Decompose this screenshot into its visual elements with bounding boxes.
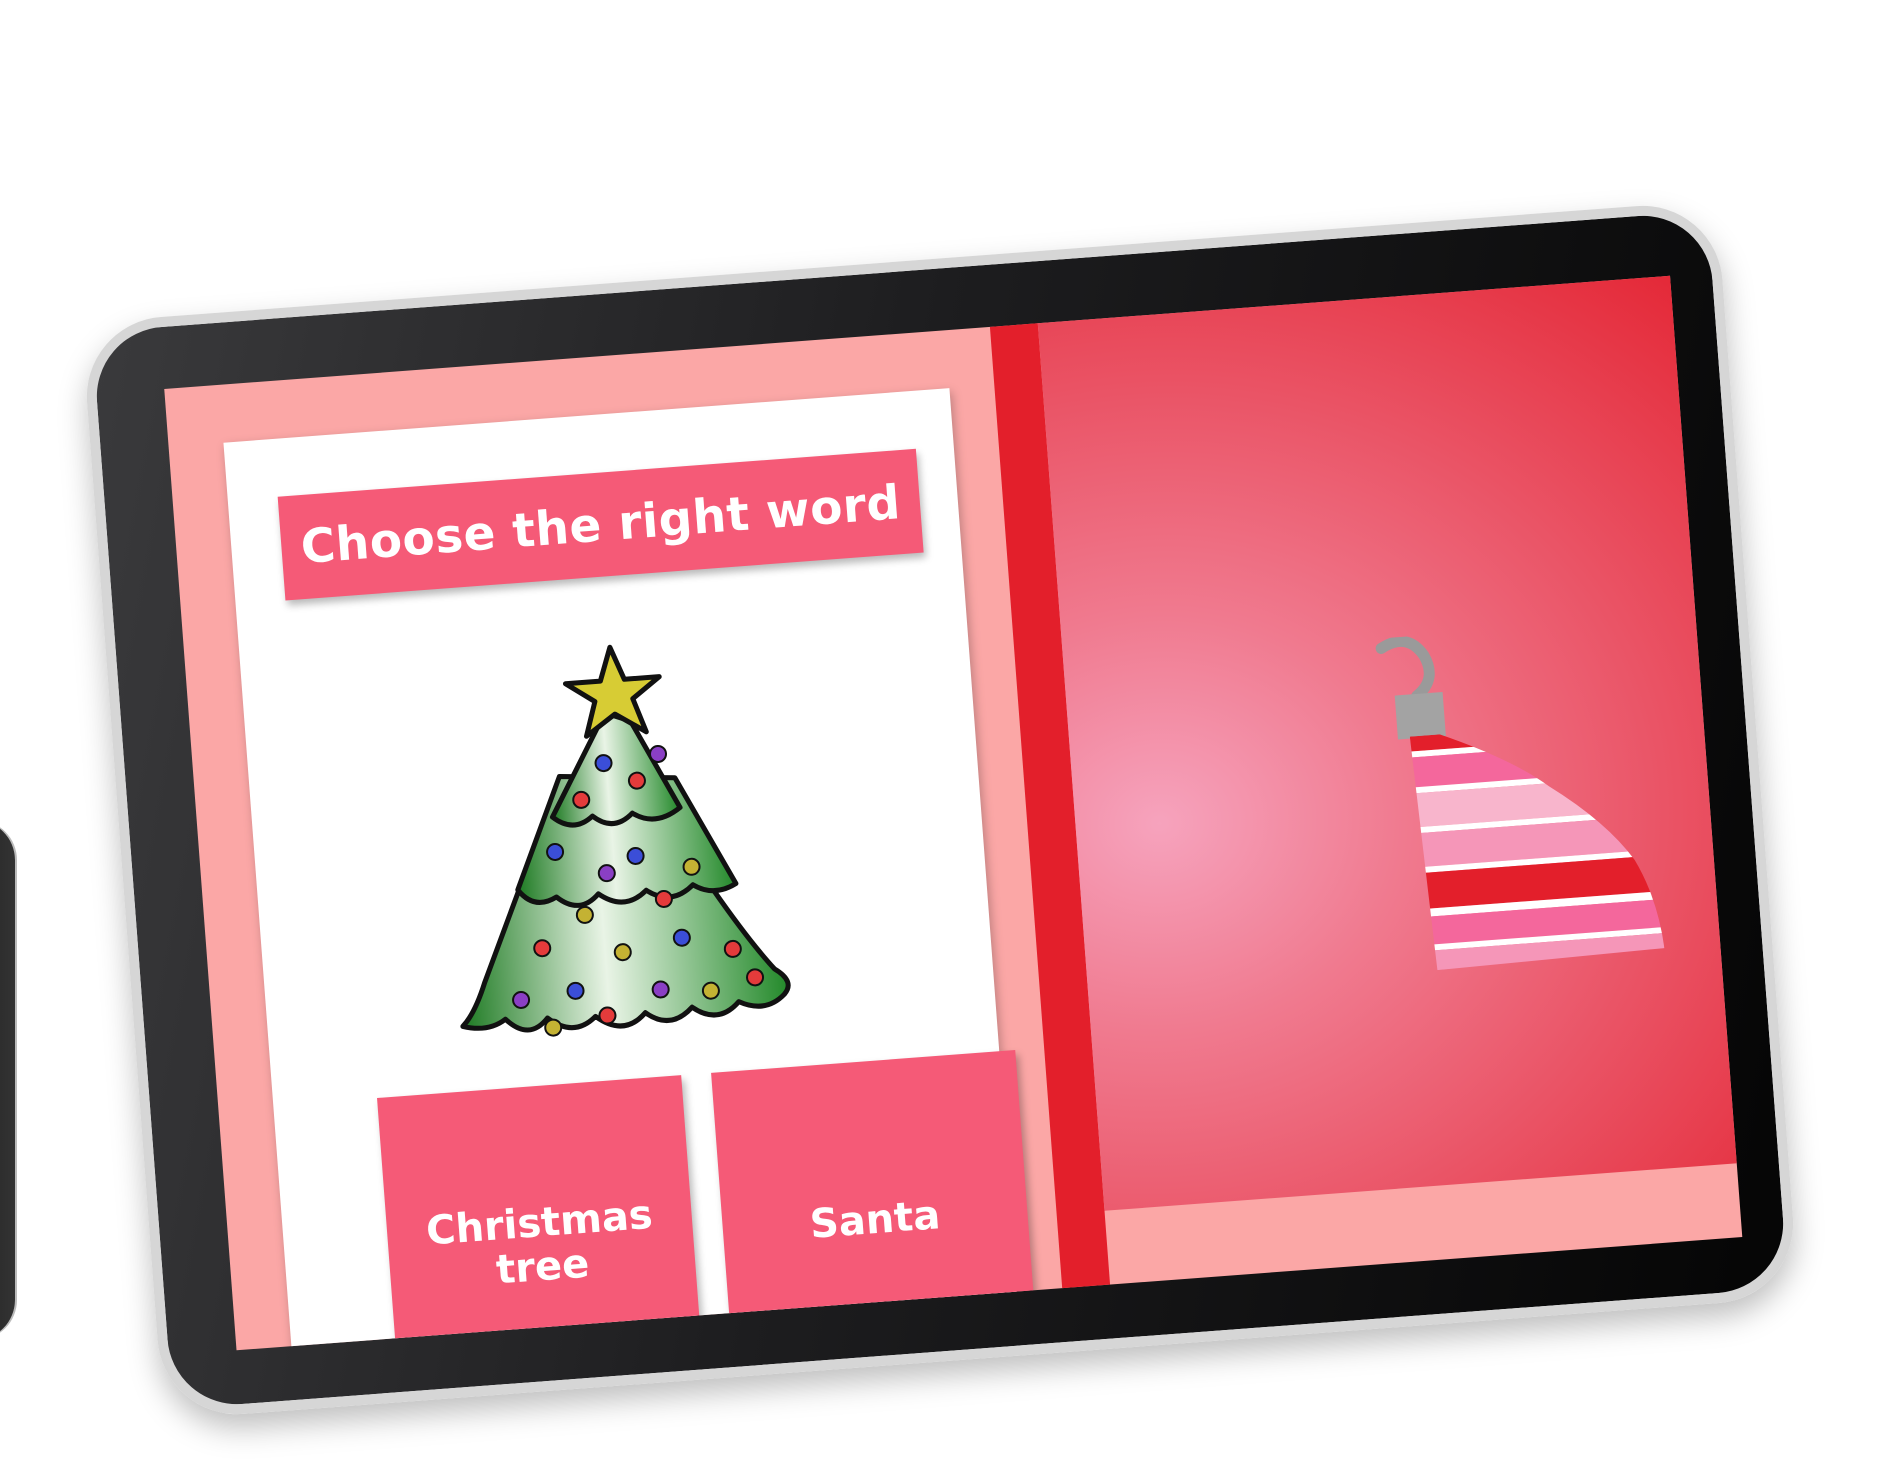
adjacent-device-edge (0, 820, 15, 1340)
choice-label: Santa (808, 1192, 942, 1248)
christmas-tree-icon (460, 644, 791, 1037)
activity-card: Choose the right word Christmas tree San… (223, 388, 1040, 1351)
choice-santa-button[interactable]: Santa (711, 1050, 1040, 1351)
choice-label-line2: tree (494, 1240, 591, 1294)
tablet-frame: Choose the right word Christmas tree San… (81, 200, 1799, 1420)
choice-label: Christmas tree (425, 1192, 658, 1298)
choice-christmas-tree-button[interactable]: Christmas tree (377, 1075, 705, 1351)
stage: Choose the right word Christmas tree San… (0, 0, 1879, 1463)
ornament-icon (1375, 635, 1665, 971)
answer-choices: Christmas tree Santa (377, 1050, 1040, 1351)
activity-title: Choose the right word (277, 448, 924, 601)
tablet-screen: Choose the right word Christmas tree San… (164, 275, 1743, 1351)
decoration-panel (1036, 275, 1743, 1211)
